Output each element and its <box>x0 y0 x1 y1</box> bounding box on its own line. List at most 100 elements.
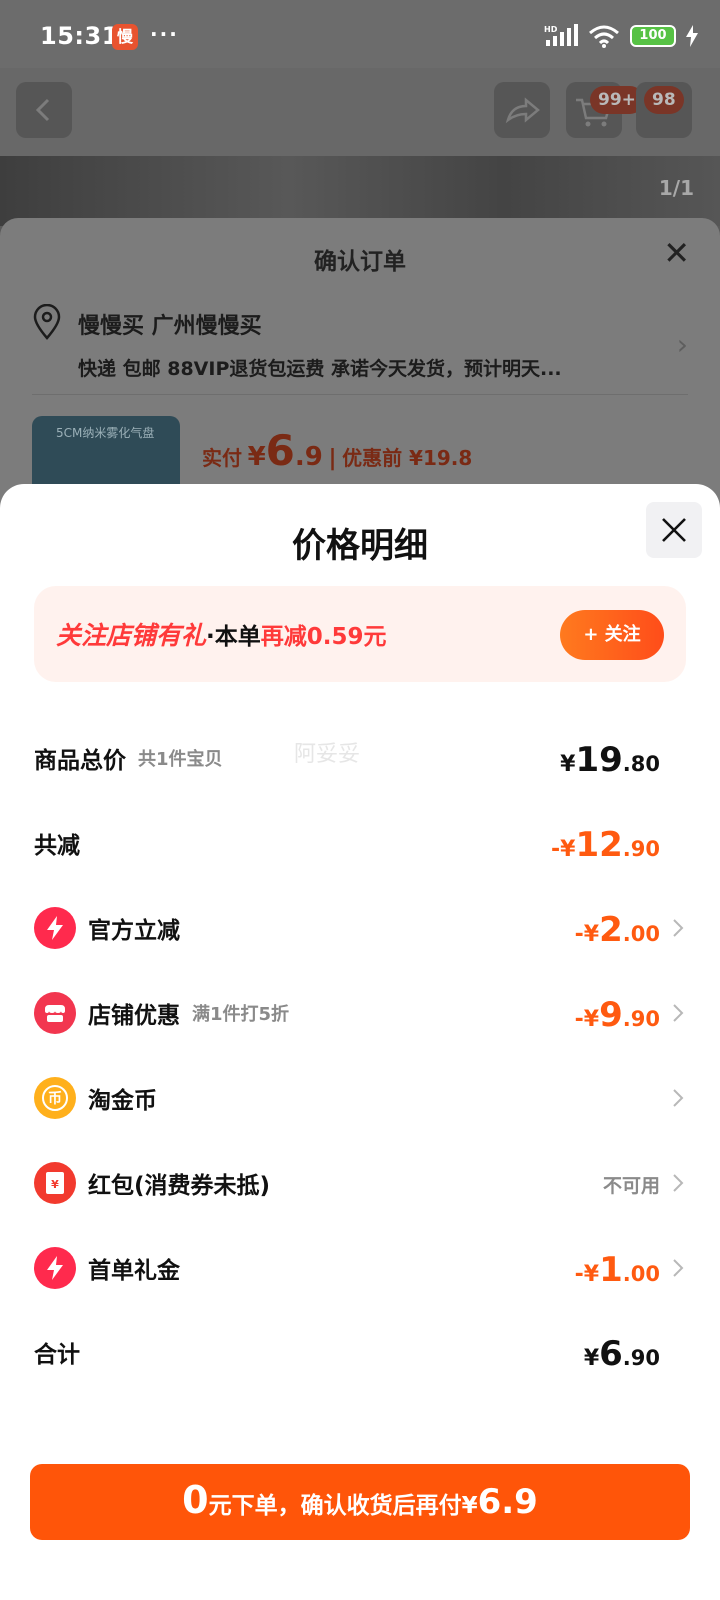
row-sub: 满1件打5折 <box>192 1004 290 1025</box>
status-time: 15:31 <box>40 22 119 50</box>
row-label: 商品总价 <box>34 748 126 774</box>
row-item-total: 商品总价 共1件宝贝 ¥19.80 <box>34 728 686 788</box>
row-value: -¥ 9.90 <box>575 983 660 1043</box>
order-price: 实付 ¥6.9 | 优惠前 ¥19.8 <box>202 426 472 475</box>
row-value: -¥ 2.00 <box>575 898 660 958</box>
value-dec: .90 <box>622 837 660 861</box>
coin-icon: 币 <box>34 1077 76 1119</box>
svg-text:币: 币 <box>48 1091 62 1107</box>
svg-text:HD: HD <box>544 25 558 34</box>
pay-currency: ¥ <box>247 442 266 472</box>
close-icon <box>662 518 686 542</box>
value-int: 1 <box>599 1250 623 1290</box>
chevron-right-icon <box>673 1089 684 1107</box>
row-value: -¥ 12.90 <box>551 813 660 873</box>
red-packet-icon: ¥ <box>34 1162 76 1204</box>
row-label: 合计 <box>34 1342 80 1368</box>
close-button[interactable] <box>646 502 702 558</box>
unavailable-text: 不可用 <box>602 1175 660 1197</box>
chevron-right-icon <box>673 1259 684 1277</box>
chevron-right-icon <box>673 1174 684 1192</box>
location-pin-icon <box>33 304 61 340</box>
pay-dec: .9 <box>294 442 323 472</box>
value-int: 9 <box>599 995 623 1035</box>
chevron-right-icon <box>673 919 684 937</box>
status-bar: 15:31 慢 ··· HD 100 <box>0 0 720 68</box>
place-order-button[interactable]: 0 元下单，确认收货后再付 ¥6.9 <box>30 1464 690 1540</box>
row-taobao-coin[interactable]: 币 淘金币 <box>34 1068 686 1128</box>
value-int: 6 <box>599 1334 623 1374</box>
value-int: 12 <box>575 825 623 865</box>
row-total-discount: 共减 -¥ 12.90 <box>34 813 686 873</box>
row-value: ¥6.90 <box>584 1322 660 1382</box>
row-value: -¥ 1.00 <box>575 1238 660 1298</box>
row-label: 官方立减 <box>88 918 180 944</box>
cta-zero: 0 <box>182 1478 209 1522</box>
share-button[interactable] <box>494 82 550 138</box>
value-sign: -¥ <box>574 1007 600 1032</box>
row-store-discount[interactable]: 店铺优惠 满1件打5折 -¥ 9.90 <box>34 983 686 1043</box>
cta-text: 元下单，确认收货后再付 <box>208 1493 462 1519</box>
address-name: 慢慢买 广州慢慢买 <box>78 314 262 339</box>
back-button[interactable] <box>16 82 72 138</box>
row-value: 不可用 <box>603 1153 660 1213</box>
message-badge: 98 <box>644 86 684 114</box>
pay-label: 实付 <box>202 446 242 470</box>
row-label: 淘金币 <box>88 1088 157 1114</box>
chevron-right-icon[interactable]: › <box>677 328 688 361</box>
product-photo <box>0 156 720 226</box>
promo-title: 关注店铺有礼 <box>56 621 207 650</box>
row-official-discount[interactable]: 官方立减 -¥ 2.00 <box>34 898 686 958</box>
svg-text:¥: ¥ <box>51 1178 59 1191</box>
row-value: ¥19.80 <box>560 728 660 788</box>
lightning-icon <box>34 907 76 949</box>
value-sign: -¥ <box>551 837 576 862</box>
value-sign: -¥ <box>574 1262 600 1287</box>
battery-icon: 100 <box>630 25 676 47</box>
wifi-icon <box>589 25 619 48</box>
pay-int: 6 <box>265 426 295 475</box>
cta-price: 6.9 <box>477 1482 538 1522</box>
charging-icon <box>686 25 698 47</box>
value-dec: .00 <box>622 1262 660 1286</box>
follow-store-banner: 关注店铺有礼·本单再减0.59元 + 关注 <box>34 586 686 682</box>
divider <box>32 394 688 395</box>
order-title: 确认订单 <box>314 249 406 275</box>
chevron-left-icon <box>35 98 50 122</box>
thumbnail-text: 5CM纳米雾化气盘 <box>56 426 155 440</box>
promo-middle: ·本单 <box>206 624 261 650</box>
price-separator: | <box>328 446 337 471</box>
sheet-title: 价格明细 <box>292 526 428 566</box>
promo-text: 关注店铺有礼·本单再减0.59元 <box>56 616 387 652</box>
cta-currency: ¥ <box>461 1493 478 1519</box>
value-dec: .00 <box>622 922 660 946</box>
row-sub: 共1件宝贝 <box>138 749 223 770</box>
original-price: 优惠前 ¥19.8 <box>342 446 473 470</box>
order-close-icon[interactable]: ✕ <box>663 234 690 272</box>
row-label: 首单礼金 <box>88 1258 180 1284</box>
row-label: 店铺优惠 <box>88 1003 180 1029</box>
row-label: 共减 <box>34 833 80 859</box>
chevron-right-icon <box>673 1004 684 1022</box>
status-icons: HD 100 <box>544 24 698 48</box>
product-top-bar: 99+ 98 <box>0 68 720 156</box>
value-dec: .90 <box>622 1007 660 1031</box>
row-grand-total: 合计 ¥6.90 <box>34 1322 686 1382</box>
store-icon <box>34 992 76 1034</box>
share-icon <box>505 97 540 124</box>
value-sign: -¥ <box>574 922 600 947</box>
value-int: 2 <box>599 910 623 950</box>
row-first-order-bonus[interactable]: 首单礼金 -¥ 1.00 <box>34 1238 686 1298</box>
follow-button[interactable]: + 关注 <box>560 610 664 660</box>
more-notifications-icon: ··· <box>150 22 179 46</box>
promo-discount: 再减0.59元 <box>260 624 387 650</box>
row-red-packet[interactable]: ¥ 红包(消费券未抵) 不可用 <box>34 1153 686 1213</box>
lightning-icon <box>34 1247 76 1289</box>
photo-counter: 1/1 <box>658 176 694 200</box>
row-label: 红包(消费券未抵) <box>88 1173 271 1199</box>
signal-icon: HD <box>544 24 578 46</box>
value-sign: ¥ <box>583 1346 600 1371</box>
value-sign: ¥ <box>560 752 576 777</box>
value-dec: .80 <box>622 752 660 776</box>
app-notification-icon: 慢 <box>112 24 138 50</box>
